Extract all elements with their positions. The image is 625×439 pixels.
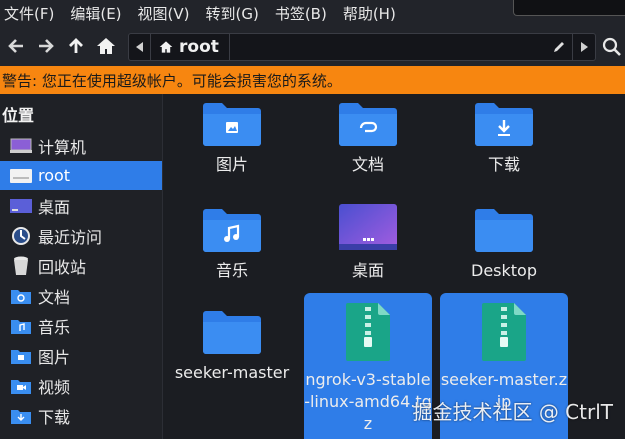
pictures-folder-icon: [203, 94, 261, 146]
watermark: 掘金技术社区 @ CtrlT: [412, 400, 613, 424]
file-item-label: seeker-master: [174, 363, 290, 382]
file-grid: 图片 文档 下载 音乐 桌面 Desktop seeker-master ngr…: [163, 94, 625, 439]
search-button[interactable]: [600, 35, 624, 59]
documents-folder-icon: [339, 94, 397, 146]
sidebar-item-label: 视频: [38, 377, 71, 397]
file-item-seeker-master[interactable]: seeker-master: [168, 296, 296, 384]
downloads-folder-icon: [475, 94, 533, 146]
edit-path-button[interactable]: [545, 34, 573, 60]
sidebar-item-label: 下载: [38, 407, 71, 427]
path-crumb-label: root: [179, 37, 219, 57]
home-icon: [159, 41, 173, 53]
file-item-documents[interactable]: 文档: [304, 94, 432, 176]
menu-help[interactable]: 帮助(H): [335, 3, 404, 24]
sidebar: 位置 计算机 root 桌面 最近访问 回收站 文档 音乐 图片 视频 下载: [0, 94, 163, 439]
search-icon: [602, 37, 621, 56]
path-scroll-right-button[interactable]: [573, 34, 595, 60]
music-folder-icon: [10, 316, 32, 336]
triangle-right-icon: [581, 42, 588, 52]
archive-icon: [346, 297, 390, 361]
trash-icon: [10, 256, 32, 276]
recent-icon: [10, 226, 32, 246]
pencil-icon: [553, 42, 564, 52]
home-button[interactable]: [92, 32, 120, 60]
path-scroll-left-button[interactable]: [129, 34, 151, 60]
triangle-left-icon: [135, 42, 143, 52]
pictures-folder-icon: [10, 346, 32, 366]
file-item-downloads[interactable]: 下载: [440, 94, 568, 176]
sidebar-item-computer[interactable]: 计算机: [0, 131, 162, 160]
sidebar-item-trash[interactable]: 回收站: [0, 251, 162, 280]
desktop-icon: [10, 196, 32, 216]
sidebar-item-label: 回收站: [38, 257, 87, 277]
arrow-up-icon: [69, 38, 83, 53]
sidebar-item-documents[interactable]: 文档: [0, 281, 162, 310]
sidebar-item-label: 音乐: [38, 317, 71, 337]
music-folder-icon: [203, 194, 261, 252]
window-corner-tab: [513, 0, 625, 16]
menu-bookmarks[interactable]: 书签(B): [267, 3, 335, 24]
sidebar-item-label: 桌面: [38, 197, 71, 217]
computer-icon: [10, 136, 32, 156]
sidebar-item-label: 图片: [38, 347, 71, 367]
sidebar-item-label: root: [38, 166, 71, 185]
back-button[interactable]: [2, 32, 30, 60]
sidebar-item-recent[interactable]: 最近访问: [0, 221, 162, 250]
toolbar: root: [0, 26, 625, 66]
file-item-music[interactable]: 音乐: [168, 194, 296, 282]
file-item-label: 图片: [215, 155, 248, 174]
menu-file[interactable]: 文件(F): [0, 3, 62, 24]
sidebar-item-label: 文档: [38, 287, 71, 307]
sidebar-item-downloads[interactable]: 下载: [0, 401, 162, 430]
sidebar-item-label: 最近访问: [38, 227, 103, 247]
home-folder-icon: [10, 166, 32, 186]
arrow-right-icon: [39, 39, 54, 53]
documents-folder-icon: [10, 286, 32, 306]
up-button[interactable]: [62, 32, 90, 60]
desktop-folder-icon: [339, 194, 397, 252]
forward-button[interactable]: [32, 32, 60, 60]
folder-icon: [203, 296, 261, 354]
archive-icon: [482, 297, 526, 361]
file-item-label: 桌面: [351, 261, 384, 280]
downloads-folder-icon: [10, 406, 32, 426]
location-bar: root: [128, 33, 596, 61]
home-icon: [97, 38, 115, 54]
path-crumb-root[interactable]: root: [151, 34, 230, 60]
warning-text: 警告: 您正在使用超级帐户。可能会损害您的系统。: [2, 71, 342, 90]
menu-edit[interactable]: 编辑(E): [62, 3, 129, 24]
sidebar-item-label: 计算机: [38, 137, 87, 157]
sidebar-item-desktop[interactable]: 桌面: [0, 191, 162, 220]
sidebar-item-pictures[interactable]: 图片: [0, 341, 162, 370]
arrow-left-icon: [8, 39, 23, 53]
file-item-label: 文档: [351, 155, 384, 174]
file-item-desktop[interactable]: 桌面: [304, 194, 432, 282]
file-item-pictures[interactable]: 图片: [168, 94, 296, 176]
sidebar-item-music[interactable]: 音乐: [0, 311, 162, 340]
file-item-label: 下载: [487, 155, 520, 174]
videos-folder-icon: [10, 376, 32, 396]
file-item-label: 音乐: [215, 261, 248, 280]
superuser-warning-banner: 警告: 您正在使用超级帐户。可能会损害您的系统。: [0, 66, 625, 94]
menu-go[interactable]: 转到(G): [198, 3, 267, 24]
sidebar-item-root[interactable]: root: [0, 161, 162, 190]
menu-view[interactable]: 视图(V): [130, 3, 198, 24]
file-item-desktop-en[interactable]: Desktop: [440, 194, 568, 282]
file-item-label: Desktop: [471, 261, 537, 280]
sidebar-heading: 位置: [2, 106, 35, 125]
sidebar-item-videos[interactable]: 视频: [0, 371, 162, 400]
folder-icon: [475, 194, 533, 252]
file-item-seeker-zip[interactable]: seeker-master.zip: [440, 293, 568, 439]
